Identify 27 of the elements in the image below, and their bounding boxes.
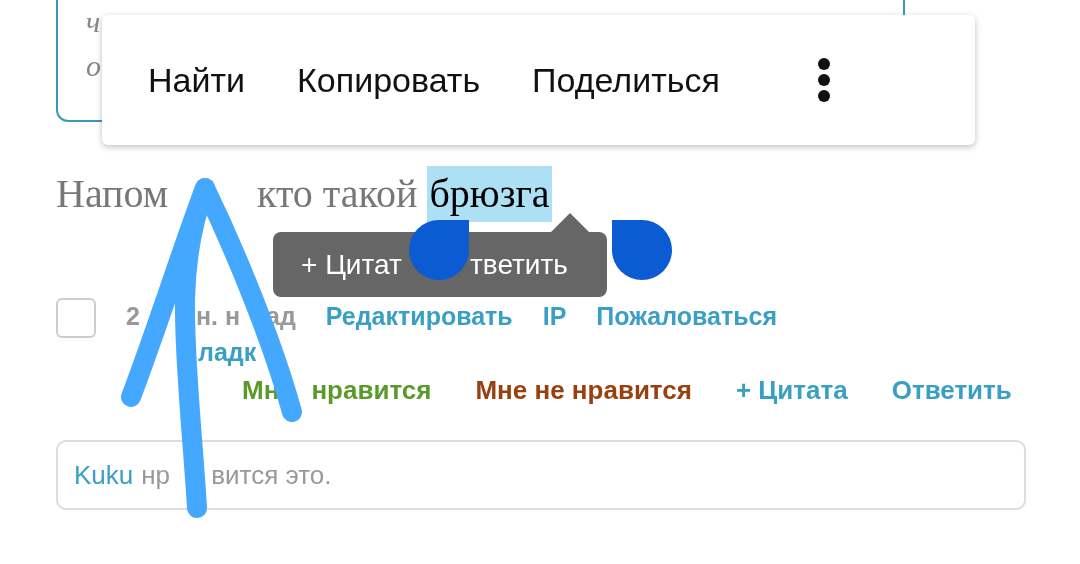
user-link[interactable]: Kuku [74, 459, 134, 491]
popup-button[interactable]: тветить [470, 248, 568, 281]
more-icon[interactable] [815, 56, 832, 104]
menu-item[interactable]: Копировать [281, 50, 497, 110]
quote-text: ч [86, 4, 101, 40]
selection-handle-icon[interactable] [409, 220, 469, 280]
post-action-link[interactable]: Редактировать [325, 298, 513, 334]
post-text: кто такой [257, 171, 418, 216]
likes-text: нр [141, 459, 171, 490]
likes-text: вится это. [211, 459, 332, 490]
checkbox[interactable] [56, 298, 96, 338]
post-text: Напом [56, 171, 169, 216]
reaction-link[interactable]: + Цитата [735, 372, 848, 408]
popup-button[interactable]: + Цитат [301, 248, 402, 281]
post-action-link[interactable]: ладк [198, 334, 257, 370]
post-time: н. н [196, 302, 241, 330]
selection-handle-icon[interactable] [612, 220, 672, 280]
menu-item[interactable]: Найти [132, 50, 262, 110]
reaction-link[interactable]: Ответить [891, 372, 1012, 408]
post-time: 2 [126, 302, 140, 330]
quote-text: о [86, 48, 101, 84]
selected-text: брюзга [427, 166, 552, 222]
reaction-link[interactable]: Мне не нравится [475, 372, 692, 408]
menu-item[interactable]: Поделиться [516, 50, 736, 110]
reaction-link[interactable]: нравится [311, 372, 432, 408]
post-action-link[interactable]: Пожаловаться [596, 298, 778, 334]
post-action-link[interactable]: IP [542, 298, 567, 334]
